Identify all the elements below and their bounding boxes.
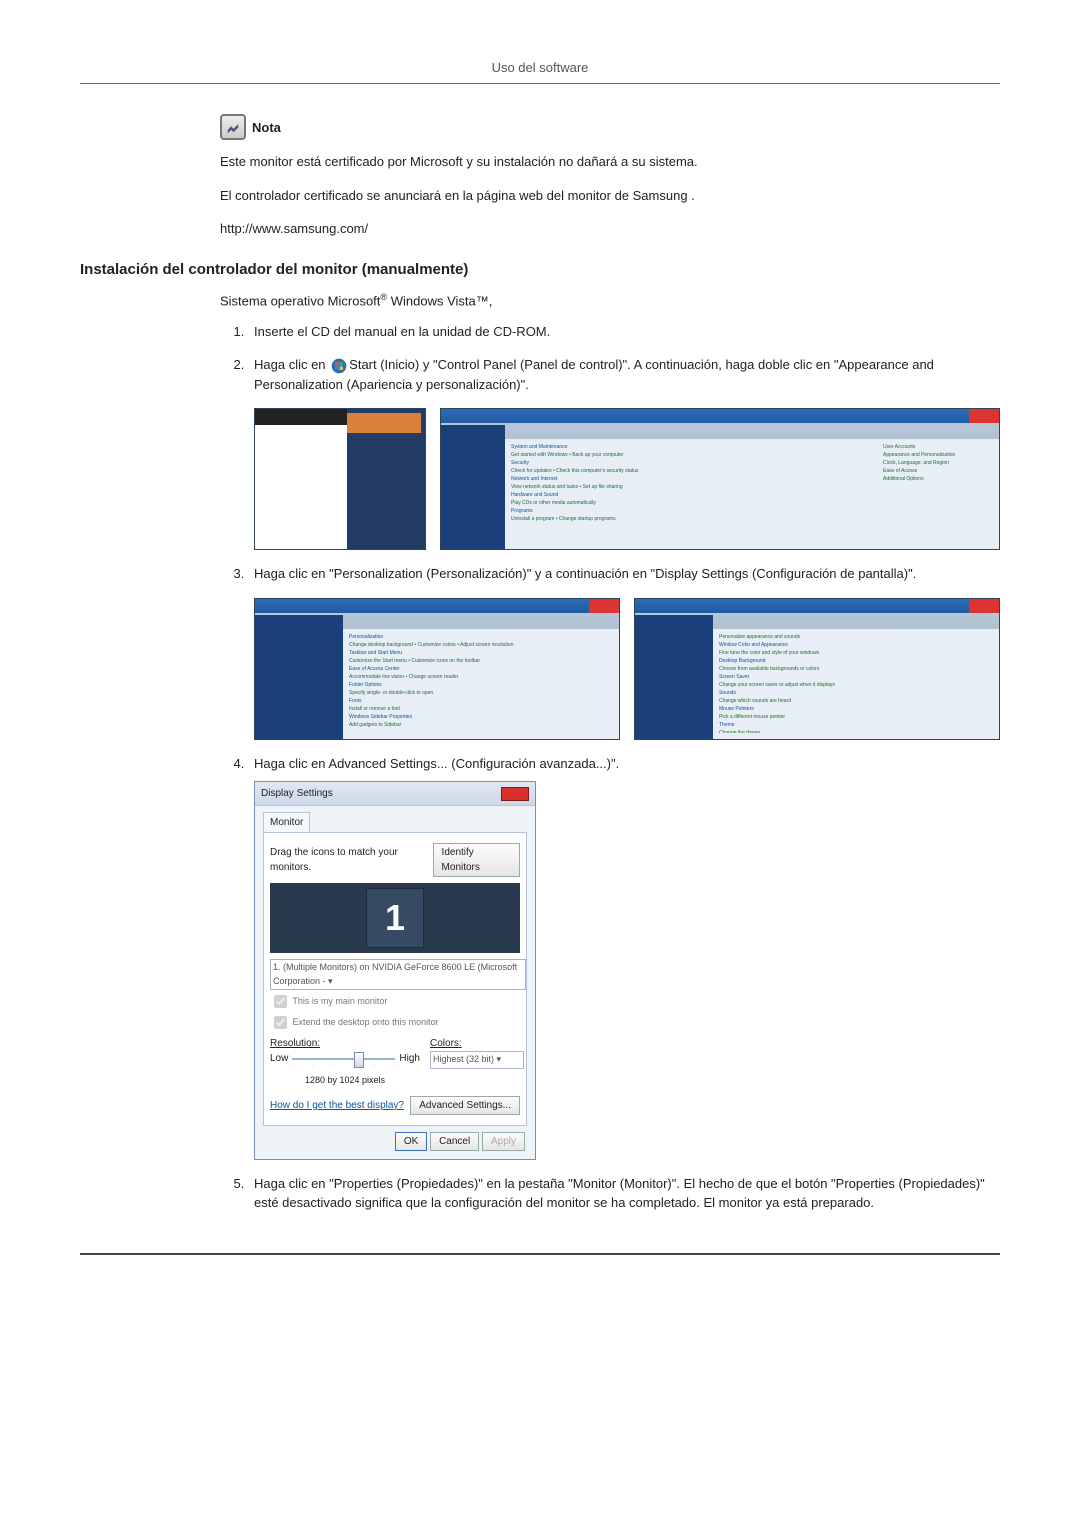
chk-extend-label: Extend the desktop onto this monitor	[293, 1017, 439, 1027]
ds-title-text: Display Settings	[261, 786, 333, 801]
advanced-settings-button[interactable]: Advanced Settings...	[410, 1096, 520, 1115]
slider-low: Low	[270, 1051, 288, 1066]
step-1: Inserte el CD del manual en la unidad de…	[248, 322, 1000, 342]
intro-line: Sistema operativo Microsoft® Windows Vis…	[220, 292, 1000, 308]
step-3-text: Haga clic en "Personalization (Personali…	[254, 566, 916, 581]
chk-extend[interactable]: Extend the desktop onto this monitor	[270, 1013, 520, 1032]
colors-label: Colors:	[430, 1036, 520, 1051]
steps-list: Inserte el CD del manual en la unidad de…	[220, 322, 1000, 1213]
section-heading: Instalación del controlador del monitor …	[80, 261, 1000, 278]
monitor-number: 1	[366, 888, 424, 948]
step-5: Haga clic en "Properties (Propiedades)" …	[248, 1174, 1000, 1213]
step-2-post: Start (Inicio) y "Control Panel (Panel d…	[254, 357, 934, 392]
page-title: Uso del software	[492, 60, 589, 75]
apply-button[interactable]: Apply	[482, 1132, 525, 1151]
slider-high: High	[399, 1051, 420, 1066]
screenshot-appearance: Personalization Change desktop backgroun…	[254, 598, 620, 740]
screenshot-row-2: Personalization Change desktop backgroun…	[254, 598, 1000, 740]
close-icon[interactable]	[501, 787, 529, 801]
best-display-link[interactable]: How do I get the best display?	[270, 1098, 404, 1113]
chk-extend-input[interactable]	[274, 1016, 287, 1029]
display-settings-dialog: Display Settings Monitor Drag the icons …	[254, 781, 536, 1160]
intro-prefix: Sistema operativo Microsoft	[220, 293, 380, 308]
step-2: Haga clic en Start (Inicio) y "Control P…	[248, 355, 1000, 550]
ds-drag-text: Drag the icons to match your monitors.	[270, 845, 433, 875]
chk-main-monitor[interactable]: This is my main monitor	[270, 992, 520, 1011]
screenshot-control-panel: System and Maintenance Get started with …	[440, 408, 1000, 550]
windows-start-icon	[331, 358, 347, 374]
step-1-text: Inserte el CD del manual en la unidad de…	[254, 324, 550, 339]
screenshot-row-1: System and Maintenance Get started with …	[254, 408, 1000, 550]
note-url: http://www.samsung.com/	[220, 219, 1000, 239]
intro-suffix: Windows Vista™,	[387, 293, 492, 308]
identify-monitors-button[interactable]: Identify Monitors	[433, 843, 520, 877]
screenshot-start-menu	[254, 408, 426, 550]
ds-tab-monitor[interactable]: Monitor	[263, 812, 310, 832]
footer-line	[80, 1253, 1000, 1255]
ds-titlebar: Display Settings	[255, 782, 535, 806]
chk-main-label: This is my main monitor	[292, 996, 387, 1006]
colors-dropdown[interactable]: Highest (32 bit) ▾	[430, 1051, 524, 1069]
resolution-label: Resolution:	[270, 1036, 420, 1051]
step-4: Haga clic en Advanced Settings... (Confi…	[248, 754, 1000, 1160]
step-2-pre: Haga clic en	[254, 357, 329, 372]
monitor-preview[interactable]: 1	[270, 883, 520, 953]
note-label: Nota	[252, 120, 281, 135]
step-4-text: Haga clic en Advanced Settings... (Confi…	[254, 756, 619, 771]
note-row: Nota	[220, 114, 1000, 140]
page-header: Uso del software	[80, 60, 1000, 84]
note-icon	[220, 114, 246, 140]
step-3: Haga clic en "Personalization (Personali…	[248, 564, 1000, 740]
cancel-button[interactable]: Cancel	[430, 1132, 479, 1151]
resolution-slider[interactable]: ······	[292, 1052, 395, 1066]
screenshot-personalization: Personalize appearance and sounds Window…	[634, 598, 1000, 740]
step-5-text: Haga clic en "Properties (Propiedades)" …	[254, 1176, 985, 1211]
note-line2: El controlador certificado se anunciará …	[220, 186, 1000, 206]
note-line1: Este monitor está certificado por Micros…	[220, 152, 1000, 172]
resolution-value: 1280 by 1024 pixels	[270, 1074, 420, 1088]
chk-main-input[interactable]	[274, 995, 287, 1008]
ok-button[interactable]: OK	[395, 1132, 427, 1151]
monitor-dropdown[interactable]: 1. (Multiple Monitors) on NVIDIA GeForce…	[270, 959, 526, 990]
